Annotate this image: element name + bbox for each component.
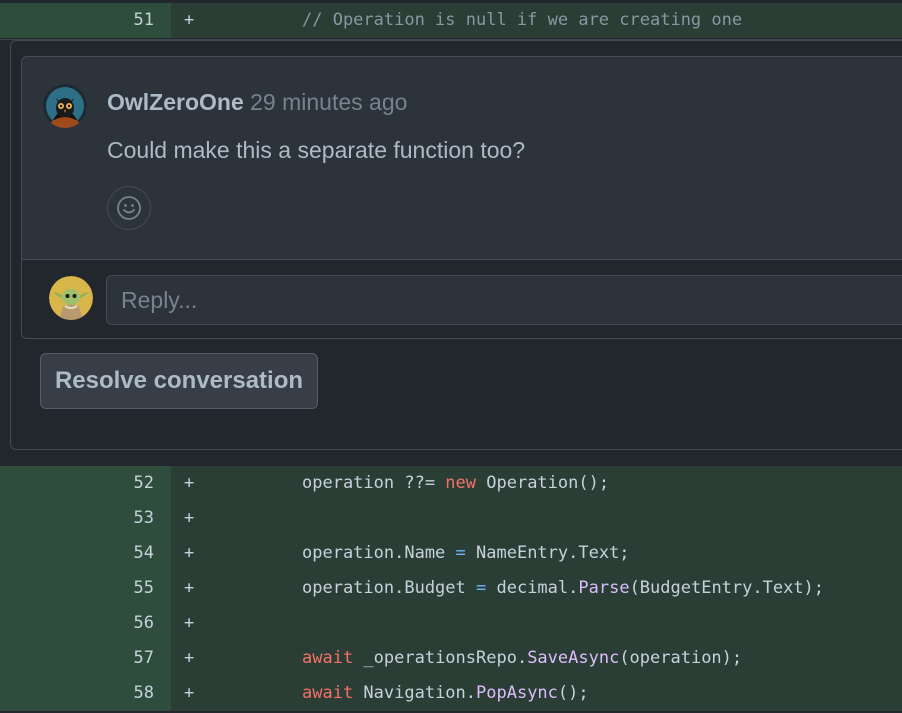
code-token: SaveAsync bbox=[527, 648, 620, 668]
code-token: Navigation. bbox=[353, 683, 477, 703]
line-number[interactable]: 52 bbox=[0, 466, 171, 501]
code-token: operation.Budget bbox=[302, 578, 476, 598]
added-marker: + bbox=[184, 578, 195, 598]
diff-line: 55 + operation.Budget = decimal.Parse(Budg… bbox=[0, 571, 902, 606]
code-token: operation.Name bbox=[302, 543, 456, 563]
diff-line: 54 + operation.Name = NameEntry.Text; bbox=[0, 536, 902, 571]
code-token: Operation(); bbox=[476, 473, 610, 493]
owl-avatar-icon[interactable] bbox=[43, 84, 87, 128]
reply-input[interactable]: Reply... bbox=[106, 275, 902, 325]
line-number[interactable]: 56 bbox=[0, 606, 171, 641]
review-thread: OwlZeroOne 29 minutes ago Could make thi… bbox=[10, 40, 902, 450]
code-token: _operationsRepo. bbox=[353, 648, 528, 668]
code-token: = bbox=[455, 543, 466, 563]
code-background bbox=[171, 606, 902, 641]
code-token: PopAsync bbox=[476, 683, 558, 703]
diff-line: 51 + // Operation is null if we are crea… bbox=[0, 3, 902, 38]
added-marker: + bbox=[184, 508, 195, 528]
line-number[interactable]: 53 bbox=[0, 501, 171, 536]
resolve-conversation-button[interactable]: Resolve conversation bbox=[40, 353, 318, 409]
added-marker: + bbox=[184, 10, 195, 30]
added-marker: + bbox=[184, 683, 195, 703]
code-token: await bbox=[302, 683, 354, 703]
diff-line: 57 + await _operationsRepo.SaveAsync(opera… bbox=[0, 641, 902, 676]
diff-line: 53 + bbox=[0, 501, 902, 536]
code-token: (BudgetEntry.Text); bbox=[629, 578, 825, 598]
comment-timestamp[interactable]: 29 minutes ago bbox=[250, 89, 407, 115]
code-token: = bbox=[476, 578, 487, 598]
code-token: NameEntry.Text; bbox=[465, 543, 630, 563]
added-marker: + bbox=[184, 473, 195, 493]
code-token: (); bbox=[557, 683, 589, 703]
comment-header: OwlZeroOne 29 minutes ago bbox=[107, 89, 407, 116]
code-text: operation.Name = NameEntry.Text; bbox=[302, 536, 630, 571]
code-comment: // Operation is null if we are creating … bbox=[302, 10, 743, 30]
added-marker: + bbox=[184, 543, 195, 563]
code-token: decimal. bbox=[486, 578, 579, 598]
added-marker: + bbox=[184, 648, 195, 668]
review-comment: OwlZeroOne 29 minutes ago Could make thi… bbox=[21, 56, 902, 339]
code-token: (operation); bbox=[619, 648, 743, 668]
code-token: Parse bbox=[578, 578, 630, 598]
line-number[interactable]: 51 bbox=[0, 3, 171, 38]
added-marker: + bbox=[184, 613, 195, 633]
line-number[interactable]: 55 bbox=[0, 571, 171, 606]
code-token: new bbox=[445, 473, 477, 493]
code-token: operation ??= bbox=[302, 473, 446, 493]
code-text: operation ??= new Operation(); bbox=[302, 466, 609, 501]
add-reaction-button[interactable] bbox=[107, 186, 151, 230]
diff-line: 56 + bbox=[0, 606, 902, 641]
smiley-icon bbox=[117, 196, 141, 220]
review-thread-container: OwlZeroOne 29 minutes ago Could make thi… bbox=[0, 39, 902, 466]
code-token: await bbox=[302, 648, 354, 668]
diff-line: 52 + operation ??= new Operation(); bbox=[0, 466, 902, 501]
code-text: operation.Budget = decimal.Parse(BudgetE… bbox=[302, 571, 824, 606]
line-number[interactable]: 57 bbox=[0, 641, 171, 676]
line-number[interactable]: 54 bbox=[0, 536, 171, 571]
diff-line: 58 + await Navigation.PopAsync(); bbox=[0, 676, 902, 711]
code-background bbox=[171, 501, 902, 536]
comment-author[interactable]: OwlZeroOne bbox=[107, 89, 244, 115]
code-text: await Navigation.PopAsync(); bbox=[302, 676, 589, 711]
line-number[interactable]: 58 bbox=[0, 676, 171, 711]
reply-area: Reply... bbox=[22, 259, 902, 338]
code-text: await _operationsRepo.SaveAsync(operatio… bbox=[302, 641, 742, 676]
yoda-avatar-icon bbox=[49, 276, 93, 320]
comment-body: Could make this a separate function too? bbox=[107, 137, 526, 163]
